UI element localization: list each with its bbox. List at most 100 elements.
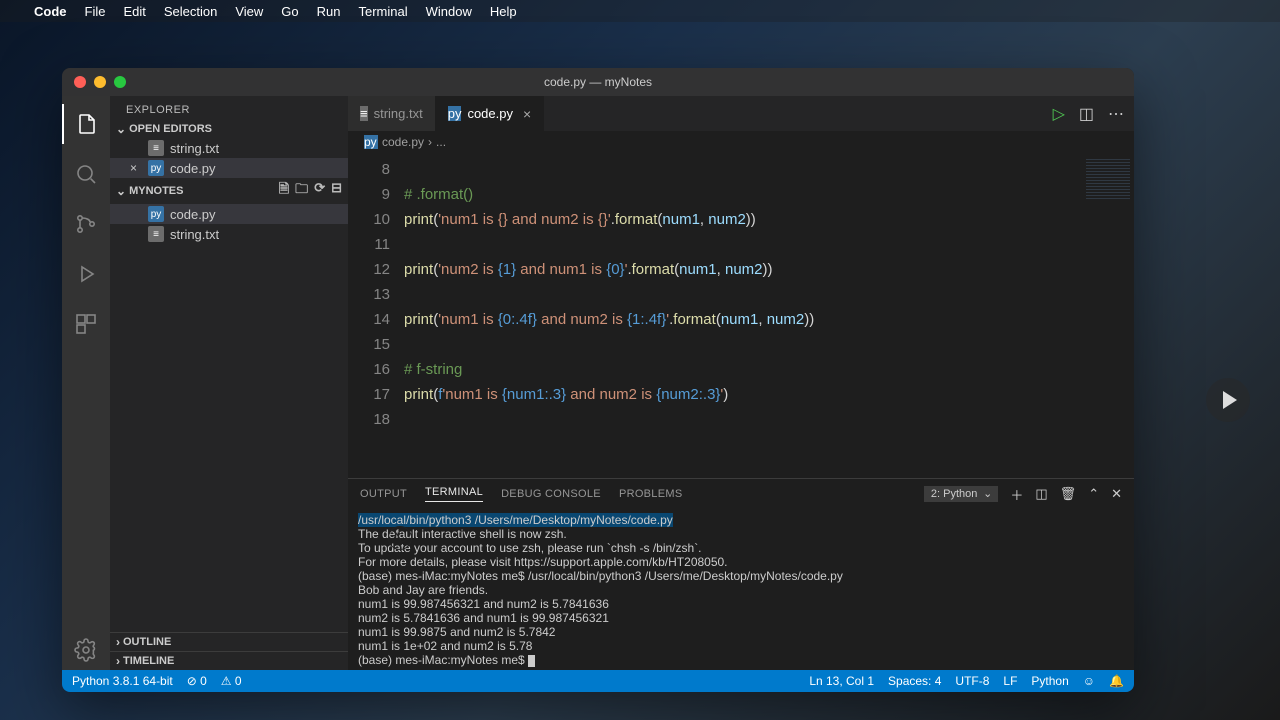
menu-view[interactable]: View <box>235 4 263 19</box>
status-bell-icon[interactable]: 🔔 <box>1109 674 1124 688</box>
more-actions-icon[interactable]: ⋯ <box>1108 104 1124 124</box>
tab-label: code.py <box>467 106 513 121</box>
menu-window[interactable]: Window <box>426 4 472 19</box>
timeline-label: TIMELINE <box>123 655 174 667</box>
status-encoding[interactable]: UTF-8 <box>955 674 989 688</box>
activity-explorer-icon[interactable] <box>62 104 110 144</box>
open-editors-header[interactable]: ⌄ OPEN EDITORS <box>110 120 348 138</box>
minimap[interactable] <box>1078 153 1134 478</box>
new-folder-icon[interactable]: 🗀 <box>295 180 308 202</box>
panel-tab-problems[interactable]: PROBLEMS <box>619 488 683 500</box>
outline-header[interactable]: › OUTLINE <box>110 632 348 651</box>
menu-edit[interactable]: Edit <box>123 4 145 19</box>
sidebar-title: EXPLORER <box>110 96 348 120</box>
panel-tab-debug[interactable]: DEBUG CONSOLE <box>501 488 601 500</box>
file-tree-item[interactable]: py code.py <box>110 204 348 224</box>
window-close-button[interactable] <box>74 76 86 88</box>
tab-label: string.txt <box>374 106 423 121</box>
panel-tab-output[interactable]: OUTPUT <box>360 488 407 500</box>
breadcrumb-file: code.py <box>382 135 424 149</box>
editor-tabbar: ≡ string.txt py code.py × ▷ ◫ ⋯ <box>348 96 1134 131</box>
code-editor[interactable]: 89101112131415161718 # .format()print('n… <box>348 153 1134 478</box>
activity-debug-icon[interactable] <box>62 254 110 294</box>
breadcrumb-rest: ... <box>436 135 446 149</box>
open-editor-item[interactable]: × py code.py <box>110 158 348 178</box>
macos-menubar: Code File Edit Selection View Go Run Ter… <box>0 0 1280 22</box>
file-txt-icon: ≡ <box>148 140 164 156</box>
menu-selection[interactable]: Selection <box>164 4 217 19</box>
chevron-down-icon: ⌄ <box>116 184 126 198</box>
video-play-overlay-icon <box>1206 378 1250 422</box>
timeline-header[interactable]: › TIMELINE <box>110 651 348 670</box>
menu-run[interactable]: Run <box>317 4 341 19</box>
file-py-icon: py <box>148 160 164 176</box>
breadcrumb[interactable]: py code.py › ... <box>348 131 1134 153</box>
chevron-right-icon: › <box>116 654 120 668</box>
workspace-header[interactable]: ⌄ MYNOTES 🗎 🗀 ⟳ ⊟ <box>110 178 348 204</box>
split-terminal-icon[interactable]: ◫ <box>1035 486 1047 502</box>
file-label: string.txt <box>170 141 219 156</box>
bottom-panel: OUTPUT TERMINAL DEBUG CONSOLE PROBLEMS 2… <box>348 478 1134 670</box>
file-py-icon: py <box>448 106 462 121</box>
terminal-selector[interactable]: 2: Python <box>924 486 998 502</box>
open-editor-item[interactable]: ≡ string.txt <box>110 138 348 158</box>
trash-terminal-icon[interactable]: 🗑 <box>1060 486 1077 502</box>
editor-group: ≡ string.txt py code.py × ▷ ◫ ⋯ py code.… <box>348 96 1134 670</box>
explorer-sidebar: EXPLORER ⌄ OPEN EDITORS ≡ string.txt × p… <box>110 96 348 670</box>
activity-scm-icon[interactable] <box>62 204 110 244</box>
workspace-tree: py code.py ≡ string.txt <box>110 204 348 244</box>
window-title: code.py — myNotes <box>544 75 652 89</box>
activity-search-icon[interactable] <box>62 154 110 194</box>
file-py-icon: py <box>364 135 378 149</box>
window-minimize-button[interactable] <box>94 76 106 88</box>
status-errors[interactable]: ⊘ 0 <box>187 674 207 688</box>
file-label: code.py <box>170 207 216 222</box>
line-gutter: 89101112131415161718 <box>348 153 404 478</box>
window-zoom-button[interactable] <box>114 76 126 88</box>
app-menu[interactable]: Code <box>34 4 67 19</box>
panel-tabbar: OUTPUT TERMINAL DEBUG CONSOLE PROBLEMS 2… <box>348 479 1134 509</box>
status-eol[interactable]: LF <box>1003 674 1017 688</box>
close-panel-icon[interactable]: ✕ <box>1111 486 1122 502</box>
collapse-icon[interactable]: ⊟ <box>331 180 342 202</box>
status-bar: Python 3.8.1 64-bit ⊘ 0 ⚠ 0 Ln 13, Col 1… <box>62 670 1134 692</box>
panel-tab-terminal[interactable]: TERMINAL <box>425 486 483 502</box>
status-spaces[interactable]: Spaces: 4 <box>888 674 941 688</box>
file-tree-item[interactable]: ≡ string.txt <box>110 224 348 244</box>
outline-label: OUTLINE <box>123 636 171 648</box>
activity-bar <box>62 96 110 670</box>
status-language[interactable]: Python <box>1031 674 1068 688</box>
workspace-label: MYNOTES <box>129 185 183 197</box>
breadcrumb-chevron-icon: › <box>428 135 432 149</box>
menu-go[interactable]: Go <box>281 4 298 19</box>
close-editor-icon[interactable]: × <box>130 161 137 175</box>
terminal-body[interactable]: /usr/local/bin/python3 /Users/me/Desktop… <box>348 509 1134 670</box>
maximize-panel-icon[interactable]: ⌃ <box>1088 486 1099 502</box>
menu-file[interactable]: File <box>85 4 106 19</box>
refresh-icon[interactable]: ⟳ <box>314 180 325 202</box>
editor-tab[interactable]: py code.py × <box>436 96 544 131</box>
activity-extensions-icon[interactable] <box>62 304 110 344</box>
file-label: string.txt <box>170 227 219 242</box>
vscode-window: code.py — myNotes EXPLORER ⌄ OPEN EDITOR… <box>62 68 1134 692</box>
file-txt-icon: ≡ <box>360 106 368 121</box>
file-py-icon: py <box>148 206 164 222</box>
file-txt-icon: ≡ <box>148 226 164 242</box>
split-editor-icon[interactable]: ◫ <box>1079 104 1094 124</box>
titlebar[interactable]: code.py — myNotes <box>62 68 1134 96</box>
status-warnings[interactable]: ⚠ 0 <box>221 674 242 688</box>
close-tab-icon[interactable]: × <box>523 106 531 122</box>
menu-help[interactable]: Help <box>490 4 517 19</box>
activity-settings-icon[interactable] <box>62 630 110 670</box>
open-editors-label: OPEN EDITORS <box>129 123 212 135</box>
code-content[interactable]: # .format()print('num1 is {} and num2 is… <box>404 153 1078 478</box>
status-cursor[interactable]: Ln 13, Col 1 <box>809 674 874 688</box>
new-terminal-icon[interactable]: ＋ <box>1010 485 1023 504</box>
menu-terminal[interactable]: Terminal <box>359 4 408 19</box>
status-python[interactable]: Python 3.8.1 64-bit <box>72 674 173 688</box>
status-feedback-icon[interactable]: ☺ <box>1083 674 1095 688</box>
open-editors-tree: ≡ string.txt × py code.py <box>110 138 348 178</box>
new-file-icon[interactable]: 🗎 <box>279 180 289 202</box>
editor-tab[interactable]: ≡ string.txt <box>348 96 436 131</box>
run-code-icon[interactable]: ▷ <box>1053 104 1065 124</box>
